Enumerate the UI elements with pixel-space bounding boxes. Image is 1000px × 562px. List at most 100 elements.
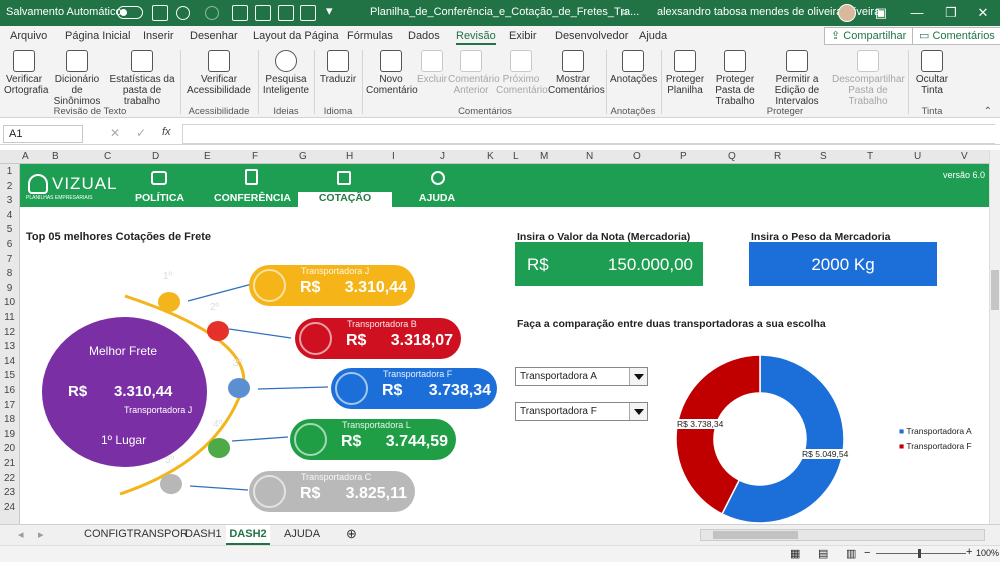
column-header[interactable]: V (961, 151, 968, 162)
restore-icon[interactable]: ❐ (936, 2, 966, 24)
zoom-level[interactable]: 100% (976, 548, 999, 558)
autosave-toggle[interactable] (117, 6, 143, 19)
delete-comment-button[interactable]: Excluir (416, 50, 448, 85)
sheet-tab-dash1[interactable]: DASH1 (185, 528, 222, 540)
page-break-icon[interactable]: ▥ (846, 547, 856, 560)
new-comment-button[interactable]: Novo Comentário (366, 50, 418, 96)
row-header[interactable]: 15 (0, 370, 19, 381)
search-icon[interactable]: ⌕ (621, 4, 628, 20)
camera-icon[interactable] (278, 5, 294, 21)
column-header[interactable]: S (820, 151, 827, 162)
column-header[interactable]: K (487, 151, 494, 162)
column-header[interactable]: A (22, 151, 29, 162)
peso-input[interactable]: 2000 Kg (749, 242, 937, 286)
avatar[interactable] (838, 4, 856, 22)
tab-dados[interactable]: Dados (408, 30, 440, 42)
row-header[interactable]: 14 (0, 356, 19, 367)
new-file-icon[interactable] (232, 5, 248, 21)
row-header[interactable]: 5 (0, 224, 19, 235)
print-icon[interactable] (255, 5, 271, 21)
zoom-thumb[interactable] (918, 549, 921, 558)
protect-sheet-button[interactable]: Proteger Planilha (664, 50, 706, 96)
row-header[interactable]: 4 (0, 210, 19, 221)
tab-desenvolvedor[interactable]: Desenvolvedor (555, 30, 628, 42)
row-header[interactable]: 24 (0, 502, 19, 513)
column-header[interactable]: L (513, 151, 519, 162)
column-header[interactable]: Q (728, 151, 736, 162)
row-header[interactable]: 2 (0, 181, 19, 192)
ribbon-options-icon[interactable]: ▣ (866, 2, 896, 24)
formula-input[interactable] (182, 124, 995, 144)
prev-sheet-icon[interactable]: ◂ (18, 528, 24, 541)
page-layout-icon[interactable]: ▤ (818, 547, 828, 560)
row-header[interactable]: 22 (0, 473, 19, 484)
enter-icon[interactable]: ✓ (136, 126, 146, 140)
row-header[interactable]: 17 (0, 400, 19, 411)
row-header[interactable]: 13 (0, 341, 19, 352)
zoom-slider[interactable] (876, 553, 966, 554)
row-header[interactable]: 20 (0, 443, 19, 454)
customize-qat-icon[interactable]: ▾ (326, 3, 333, 19)
row-header[interactable]: 11 (0, 312, 19, 323)
tab-layout[interactable]: Layout da Página (253, 30, 339, 42)
column-header[interactable]: D (152, 151, 159, 162)
column-header[interactable]: P (680, 151, 687, 162)
row-header[interactable]: 18 (0, 414, 19, 425)
tab-exibir[interactable]: Exibir (509, 30, 537, 42)
column-header[interactable]: E (204, 151, 211, 162)
show-comments-button[interactable]: Mostrar Comentários (548, 50, 605, 96)
spelling-button[interactable]: Verificar Ortografia (4, 50, 48, 96)
sheet-tab-configtranspor[interactable]: CONFIGTRANSPOR (84, 528, 188, 540)
row-header[interactable]: 9 (0, 283, 19, 294)
chevron-down-icon[interactable] (629, 403, 647, 420)
sheet-tab-ajuda[interactable]: AJUDA (284, 528, 320, 540)
unshare-workbook-button[interactable]: Descompartilhar Pasta de Trabalho (832, 50, 905, 107)
column-header[interactable]: J (440, 151, 445, 162)
notes-button[interactable]: Anotações (610, 50, 657, 85)
row-header[interactable]: 8 (0, 268, 19, 279)
column-header[interactable]: N (586, 151, 593, 162)
sheet-tab-dash2[interactable]: DASH2 (226, 525, 270, 545)
column-header[interactable]: R (774, 151, 781, 162)
thesaurus-button[interactable]: Dicionário de Sinônimos (48, 50, 106, 107)
row-header[interactable]: 12 (0, 327, 19, 338)
next-sheet-icon[interactable]: ▸ (38, 528, 44, 541)
row-header[interactable]: 3 (0, 195, 19, 206)
collapse-ribbon-icon[interactable]: ⌃ (984, 106, 992, 117)
chevron-down-icon[interactable] (629, 368, 647, 385)
tab-inserir[interactable]: Inserir (143, 30, 174, 42)
column-header[interactable]: H (346, 151, 353, 162)
scroll-thumb[interactable] (991, 270, 999, 310)
row-header[interactable]: 6 (0, 239, 19, 250)
minimize-icon[interactable]: — (902, 2, 932, 24)
vertical-scrollbar[interactable] (989, 150, 1000, 524)
tab-revisao[interactable]: Revisão (456, 30, 496, 45)
column-header[interactable]: T (867, 151, 873, 162)
zoom-in-icon[interactable]: + (966, 546, 972, 558)
open-icon[interactable] (300, 5, 316, 21)
column-header[interactable]: U (914, 151, 921, 162)
tab-formulas[interactable]: Fórmulas (347, 30, 393, 42)
accessibility-button[interactable]: Verificar Acessibilidade (184, 50, 254, 96)
row-header[interactable]: 10 (0, 297, 19, 308)
tab-pagina-inicial[interactable]: Página Inicial (65, 30, 130, 42)
next-comment-button[interactable]: Próximo Comentário (496, 50, 548, 96)
column-header[interactable]: B (52, 151, 59, 162)
workbook-stats-button[interactable]: Estatísticas da pasta de trabalho (108, 50, 176, 107)
column-header[interactable]: F (252, 151, 258, 162)
scroll-thumb[interactable] (713, 531, 798, 539)
row-header[interactable]: 19 (0, 429, 19, 440)
translate-button[interactable]: Traduzir (318, 50, 358, 85)
protect-workbook-button[interactable]: Proteger Pasta de Trabalho (706, 50, 764, 107)
row-header[interactable]: 16 (0, 385, 19, 396)
comments-button[interactable]: ▭ Comentários (912, 27, 1000, 45)
row-header[interactable]: 7 (0, 254, 19, 265)
column-header[interactable]: C (104, 151, 111, 162)
allow-edit-ranges-button[interactable]: Permitir a Edição de Intervalos (766, 50, 828, 107)
cancel-icon[interactable]: ✕ (110, 126, 120, 140)
hide-ink-button[interactable]: Ocultar Tinta (912, 50, 952, 96)
row-header[interactable]: 23 (0, 487, 19, 498)
close-icon[interactable]: ✕ (968, 2, 998, 24)
row-header[interactable]: 1 (0, 166, 19, 177)
tab-ajuda[interactable]: Ajuda (639, 30, 667, 42)
